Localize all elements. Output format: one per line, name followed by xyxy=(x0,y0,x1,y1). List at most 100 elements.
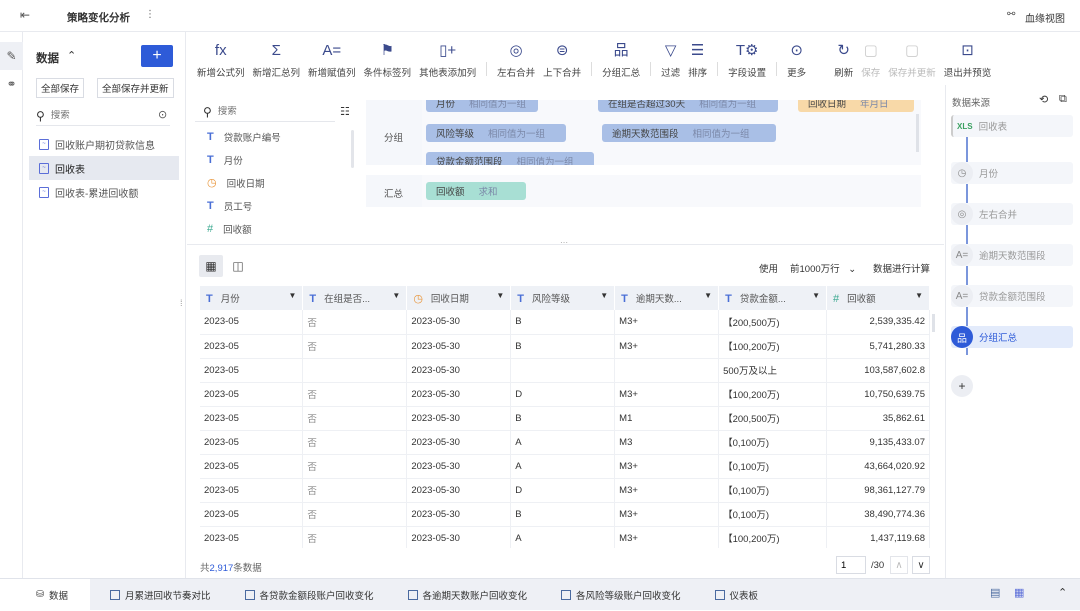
connections-icon[interactable]: ⚭ xyxy=(0,70,23,98)
collapse-tabs-icon[interactable]: ⌃ xyxy=(1058,586,1067,599)
flow-step[interactable]: 品分组汇总 xyxy=(951,326,1073,348)
toolbar-button-fx[interactable]: fx 新增公式列 xyxy=(193,42,249,79)
field-item[interactable]: T 员工号 xyxy=(195,194,360,217)
column-header[interactable]: T 贷款金额... ▼ xyxy=(718,286,828,310)
group-scrollbar[interactable] xyxy=(916,114,919,152)
panel-view-icon[interactable]: ◫ xyxy=(226,255,250,277)
toolbar-button-exit-preview[interactable]: ⊡ 退出并预览 xyxy=(940,42,996,79)
dataset-item[interactable]: ~ 回收表-累进回收额 xyxy=(29,180,179,204)
history-icon[interactable]: ⟲ xyxy=(1039,93,1048,106)
toolbar-button-merge-lr[interactable]: ◎ 左右合并 xyxy=(493,42,539,79)
dropdown-icon[interactable]: ▼ xyxy=(392,291,400,300)
step-label: 左右合并 xyxy=(979,210,1018,221)
group-chip[interactable]: 贷款金额范围段 相同值为一组 xyxy=(426,152,594,165)
toolbar-button-sort[interactable]: ☰ 排序 xyxy=(684,42,711,79)
toolbar-button-merge-tb[interactable]: ⊜ 上下合并 xyxy=(539,42,585,79)
bottom-tab[interactable]: 各风险等级账户回收变化 xyxy=(547,579,695,611)
table-cell: 【200,500万) xyxy=(718,406,828,431)
column-header[interactable]: T 在组是否... ▼ xyxy=(302,286,408,310)
group-chip[interactable]: 逾期天数范围段 相同值为一组 xyxy=(602,124,776,142)
more-menu-icon[interactable]: ⋮ xyxy=(145,9,155,20)
column-header[interactable]: T 月份 ▼ xyxy=(200,286,304,310)
field-search[interactable]: ⚲ xyxy=(195,102,335,122)
lineage-icon[interactable]: ⚯ xyxy=(1007,9,1015,20)
flow-step[interactable]: A= 贷款金额范围段 xyxy=(951,285,1073,307)
bottom-tab[interactable]: 各贷款金额段账户回收变化 xyxy=(231,579,388,611)
toolbar-button-group[interactable]: 品分组汇总 xyxy=(598,42,644,79)
dropdown-icon[interactable]: ▼ xyxy=(496,291,504,300)
toolbar-button-filter[interactable]: ▽ 过滤 xyxy=(657,42,684,79)
dropdown-icon[interactable]: ▼ xyxy=(704,291,712,300)
flow-step[interactable]: ◎ 左右合并 xyxy=(951,203,1073,225)
toolbar-button-flag[interactable]: ⚑ 条件标签列 xyxy=(360,42,416,79)
bottom-tab[interactable]: 各逾期天数账户回收变化 xyxy=(394,579,542,611)
page-input[interactable] xyxy=(836,556,866,574)
more-options-icon[interactable]: ⊙ xyxy=(158,108,167,121)
column-header[interactable]: T 逾期天数... ▼ xyxy=(614,286,720,310)
dataset-item[interactable]: ~ 回收账户期初贷款信息 xyxy=(29,132,179,156)
add-step-button[interactable]: + xyxy=(951,375,973,397)
prev-page-button[interactable]: ∧ xyxy=(890,556,908,574)
layout-icon[interactable]: ⧉ xyxy=(1059,93,1067,106)
add-dataset-button[interactable]: + xyxy=(141,45,173,67)
next-page-button[interactable]: ∨ xyxy=(912,556,930,574)
collapse-icon[interactable]: ⇤ xyxy=(20,8,30,22)
dataset-search-input[interactable] xyxy=(50,110,151,121)
field-item[interactable]: ◷ 回收日期 xyxy=(195,171,360,194)
table-cell: 2023-05 xyxy=(200,502,304,527)
toolbar-button-add-column[interactable]: ▯+ 其他表添加列 xyxy=(415,42,480,79)
drag-handle-icon[interactable]: ⁞ xyxy=(180,298,183,308)
row-limit-select[interactable]: 前1000万行 ⌄ xyxy=(790,261,856,275)
toolbar-button-save-update[interactable]: ▢ 保存并更新 xyxy=(884,42,940,79)
collapse-up-icon[interactable]: ⌃ xyxy=(67,49,76,62)
group-chip[interactable]: 回收日期 年月日 xyxy=(798,100,914,112)
column-header[interactable]: # 回收额 ▼ xyxy=(826,286,930,310)
add-dashboard-icon[interactable]: ▦ xyxy=(1014,586,1024,599)
toolbar-button-assign[interactable]: A= 新增赋值列 xyxy=(304,42,360,79)
data-edit-icon[interactable]: ✎ xyxy=(0,42,23,70)
toolbar-label: 退出并预览 xyxy=(943,67,992,79)
field-scrollbar[interactable] xyxy=(351,130,354,168)
dataset-item[interactable]: ~ 回收表 xyxy=(29,156,179,180)
resize-handle[interactable]: ⋯ xyxy=(560,238,568,247)
dropdown-icon[interactable]: ▼ xyxy=(600,291,608,300)
step-label: 逾期天数范围段 xyxy=(979,251,1046,262)
field-sort-icon[interactable]: ☷ xyxy=(340,105,350,118)
tab-label: 月累进回收节奏对比 xyxy=(124,590,211,602)
column-header[interactable]: ◷ 回收日期 ▼ xyxy=(406,286,512,310)
toolbar-button-more[interactable]: ⊙ 更多 xyxy=(783,42,810,79)
source-node[interactable]: XLS 回收表 xyxy=(951,115,1073,137)
field-item[interactable]: T 贷款账户编号 xyxy=(195,125,360,148)
save-all-update-button[interactable]: 全部保存并更新 xyxy=(97,78,174,98)
dropdown-icon[interactable]: ▼ xyxy=(288,291,296,300)
flow-step[interactable]: A= 逾期天数范围段 xyxy=(951,244,1073,266)
clock-icon: ◷ xyxy=(413,293,423,305)
save-all-button[interactable]: 全部保存 xyxy=(36,78,85,98)
step-label: 月份 xyxy=(979,169,999,180)
field-search-input[interactable] xyxy=(217,106,318,117)
toolbar-button-save[interactable]: ▢ 保存 xyxy=(857,42,884,79)
dropdown-icon[interactable]: ▼ xyxy=(812,291,820,300)
add-chart-icon[interactable]: ▤ xyxy=(990,586,1000,599)
dropdown-icon[interactable]: ▼ xyxy=(915,291,923,300)
table-cell: 【0,100万) xyxy=(718,430,828,455)
table-view-icon[interactable]: ▦ xyxy=(199,255,223,277)
top-bar: ⇤ 策略变化分析 ⋮ ⚯ 血缘视图 xyxy=(0,0,1080,32)
column-header[interactable]: T 风险等级 ▼ xyxy=(510,286,616,310)
toolbar-button-refresh[interactable]: ↻ 刷新 xyxy=(830,42,857,79)
bottom-tab[interactable]: 月累进回收节奏对比 xyxy=(96,579,225,611)
toolbar-button-field-settings[interactable]: T⚙ 字段设置 xyxy=(724,42,770,79)
bottom-tab[interactable]: ⛁ 数据 xyxy=(0,578,90,611)
table-scrollbar[interactable] xyxy=(932,314,935,332)
group-chip[interactable]: 风险等级 相同值为一组 xyxy=(426,124,566,142)
lineage-view-link[interactable]: 血缘视图 xyxy=(1025,10,1065,25)
flow-step[interactable]: ◷ 月份 xyxy=(951,162,1073,184)
group-chip[interactable]: 在组是否超过30天 相同值为一组 xyxy=(598,100,778,112)
toolbar-button-sigma[interactable]: Σ 新增汇总列 xyxy=(249,42,305,79)
summary-chip[interactable]: 回收额 求和 xyxy=(426,182,526,200)
dataset-search[interactable]: ⚲ xyxy=(36,106,170,126)
field-item[interactable]: T 月份 xyxy=(195,148,360,171)
group-chip[interactable]: 月份 相同值为一组 xyxy=(426,100,538,112)
bottom-tab[interactable]: 仪表板 xyxy=(701,579,773,611)
field-item[interactable]: # 回收额 xyxy=(195,217,360,237)
